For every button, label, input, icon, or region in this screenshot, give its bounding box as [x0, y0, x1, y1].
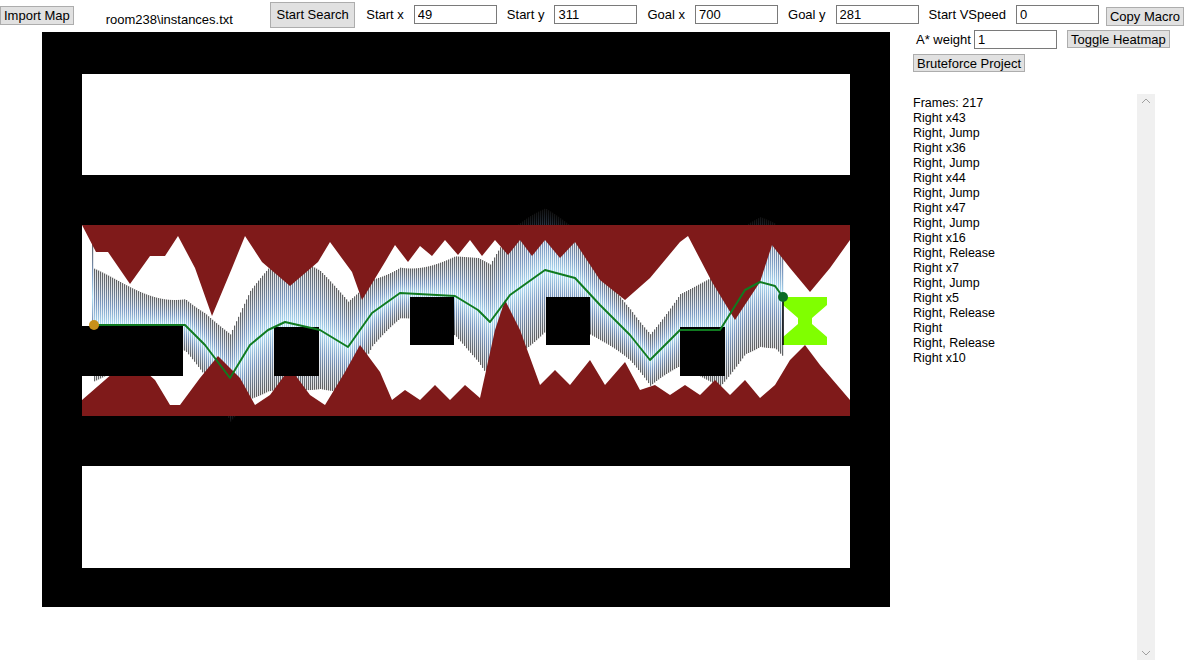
coord-field: Start x — [366, 5, 497, 24]
solution-path — [94, 270, 783, 378]
upper-room — [82, 74, 850, 175]
output-line: Right, Release — [913, 246, 1137, 261]
goal-zone — [783, 297, 827, 345]
toggle-heatmap-button[interactable]: Toggle Heatmap — [1067, 30, 1170, 48]
goal-marker — [778, 292, 788, 302]
output-line: Right, Jump — [913, 126, 1137, 141]
field-input[interactable] — [554, 5, 637, 24]
weight-label: A* weight — [916, 32, 974, 47]
output-line: Right x36 — [913, 141, 1137, 156]
field-label: Start x — [366, 7, 404, 22]
output-line: Right, Release — [913, 336, 1137, 351]
scroll-down-icon[interactable] — [1141, 649, 1151, 657]
weight-input[interactable] — [974, 30, 1057, 49]
field-label: Start y — [507, 7, 545, 22]
block — [274, 327, 319, 376]
lower-room — [82, 466, 850, 568]
field-input[interactable] — [1016, 5, 1099, 24]
output-line: Right x5 — [913, 291, 1137, 306]
corridor — [82, 225, 850, 416]
field-label: Goal x — [647, 7, 685, 22]
field-label: Goal y — [788, 7, 826, 22]
file-label: room238\instances.txt — [106, 12, 270, 27]
block — [410, 297, 454, 345]
import-map-button[interactable]: Import Map — [0, 6, 74, 25]
output-line: Frames: 217 — [913, 96, 1137, 111]
field-label: Start VSpeed — [929, 7, 1006, 22]
output-line: Right x7 — [913, 261, 1137, 276]
output-line: Right x47 — [913, 201, 1137, 216]
coord-field: Start VSpeed — [929, 5, 1099, 24]
output-line: Right x10 — [913, 351, 1137, 366]
coord-field: Goal x — [647, 5, 778, 24]
copy-macro-button[interactable]: Copy Macro — [1106, 7, 1184, 26]
scrollbar[interactable] — [1137, 94, 1155, 660]
output-line: Right, Release — [913, 306, 1137, 321]
field-input[interactable] — [836, 5, 919, 24]
field-input[interactable] — [695, 5, 778, 24]
output-line: Right, Jump — [913, 216, 1137, 231]
start-search-button[interactable]: Start Search — [270, 2, 355, 28]
output-line: Right — [913, 321, 1137, 336]
output-line: Right, Jump — [913, 276, 1137, 291]
start-marker — [89, 320, 99, 330]
floor-spikes — [82, 300, 850, 416]
scroll-up-icon[interactable] — [1141, 97, 1151, 105]
output-line: Right, Jump — [913, 186, 1137, 201]
block — [82, 326, 183, 376]
block — [680, 327, 725, 376]
field-input[interactable] — [414, 5, 497, 24]
coord-field: Goal y — [788, 5, 919, 24]
output-line: Right x43 — [913, 111, 1137, 126]
block — [546, 297, 590, 345]
map-canvas — [42, 32, 890, 607]
coord-field: Start y — [507, 5, 638, 24]
bruteforce-button[interactable]: Bruteforce Project — [913, 54, 1025, 72]
macro-output: Frames: 217Right x43Right, JumpRight x36… — [913, 94, 1137, 660]
map-view — [42, 32, 890, 607]
output-line: Right, Jump — [913, 156, 1137, 171]
output-line: Right x16 — [913, 231, 1137, 246]
output-line: Right x44 — [913, 171, 1137, 186]
